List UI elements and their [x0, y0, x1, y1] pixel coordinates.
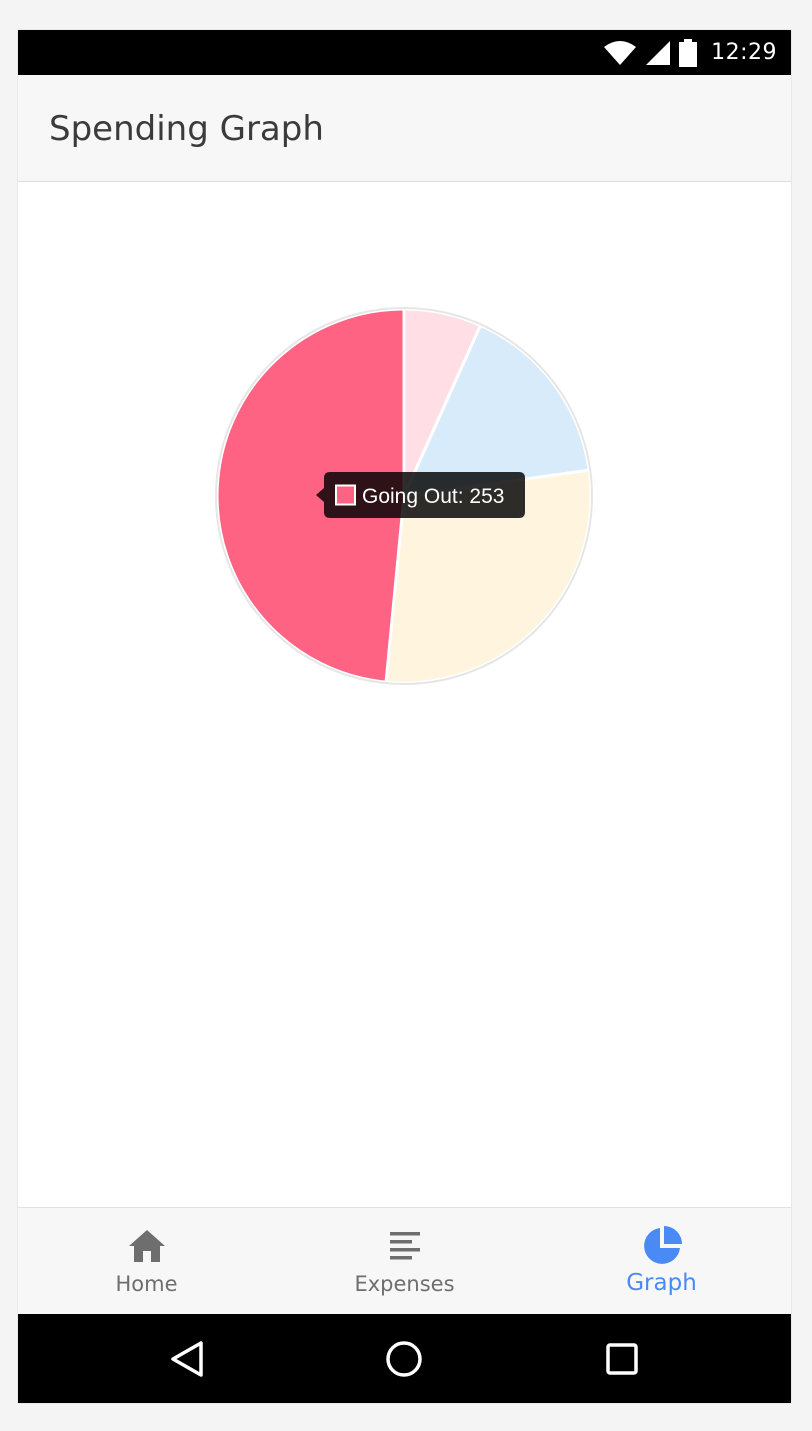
wifi-icon	[604, 40, 637, 65]
status-icons: 12:29	[603, 30, 777, 75]
page-title: Spending Graph	[49, 109, 324, 149]
phone-screen: 12:29 Spending Graph Going Out: 253 Home	[18, 30, 791, 1403]
tooltip-text: Going Out: 253	[362, 485, 504, 508]
tab-home-label: Home	[115, 1272, 178, 1296]
pie-chart: Going Out: 253	[215, 307, 593, 685]
home-circle-icon	[386, 1341, 422, 1377]
tab-expenses[interactable]: Expenses	[276, 1208, 533, 1315]
recents-button[interactable]	[599, 1336, 645, 1382]
cell-signal-icon	[646, 40, 671, 65]
status-time: 12:29	[711, 40, 777, 65]
home-icon	[128, 1226, 166, 1266]
tab-graph-label: Graph	[626, 1270, 697, 1296]
tab-expenses-label: Expenses	[354, 1272, 455, 1296]
status-bar: 12:29	[18, 30, 791, 75]
list-icon	[388, 1226, 422, 1266]
bottom-tab-bar: Home Expenses Graph	[18, 1207, 791, 1315]
pie-chart-icon	[641, 1226, 683, 1266]
chart-tooltip: Going Out: 253	[316, 472, 525, 518]
tab-home[interactable]: Home	[18, 1208, 275, 1315]
back-triangle-icon	[171, 1341, 203, 1377]
android-nav-bar	[18, 1314, 791, 1403]
home-nav-button[interactable]	[381, 1336, 427, 1382]
battery-icon	[679, 38, 698, 67]
recents-square-icon	[606, 1343, 638, 1375]
tooltip-color-swatch	[335, 484, 356, 506]
back-button[interactable]	[164, 1336, 210, 1382]
tab-graph[interactable]: Graph	[533, 1208, 790, 1315]
graph-content: Going Out: 253	[18, 182, 791, 1207]
app-header: Spending Graph	[18, 75, 791, 182]
